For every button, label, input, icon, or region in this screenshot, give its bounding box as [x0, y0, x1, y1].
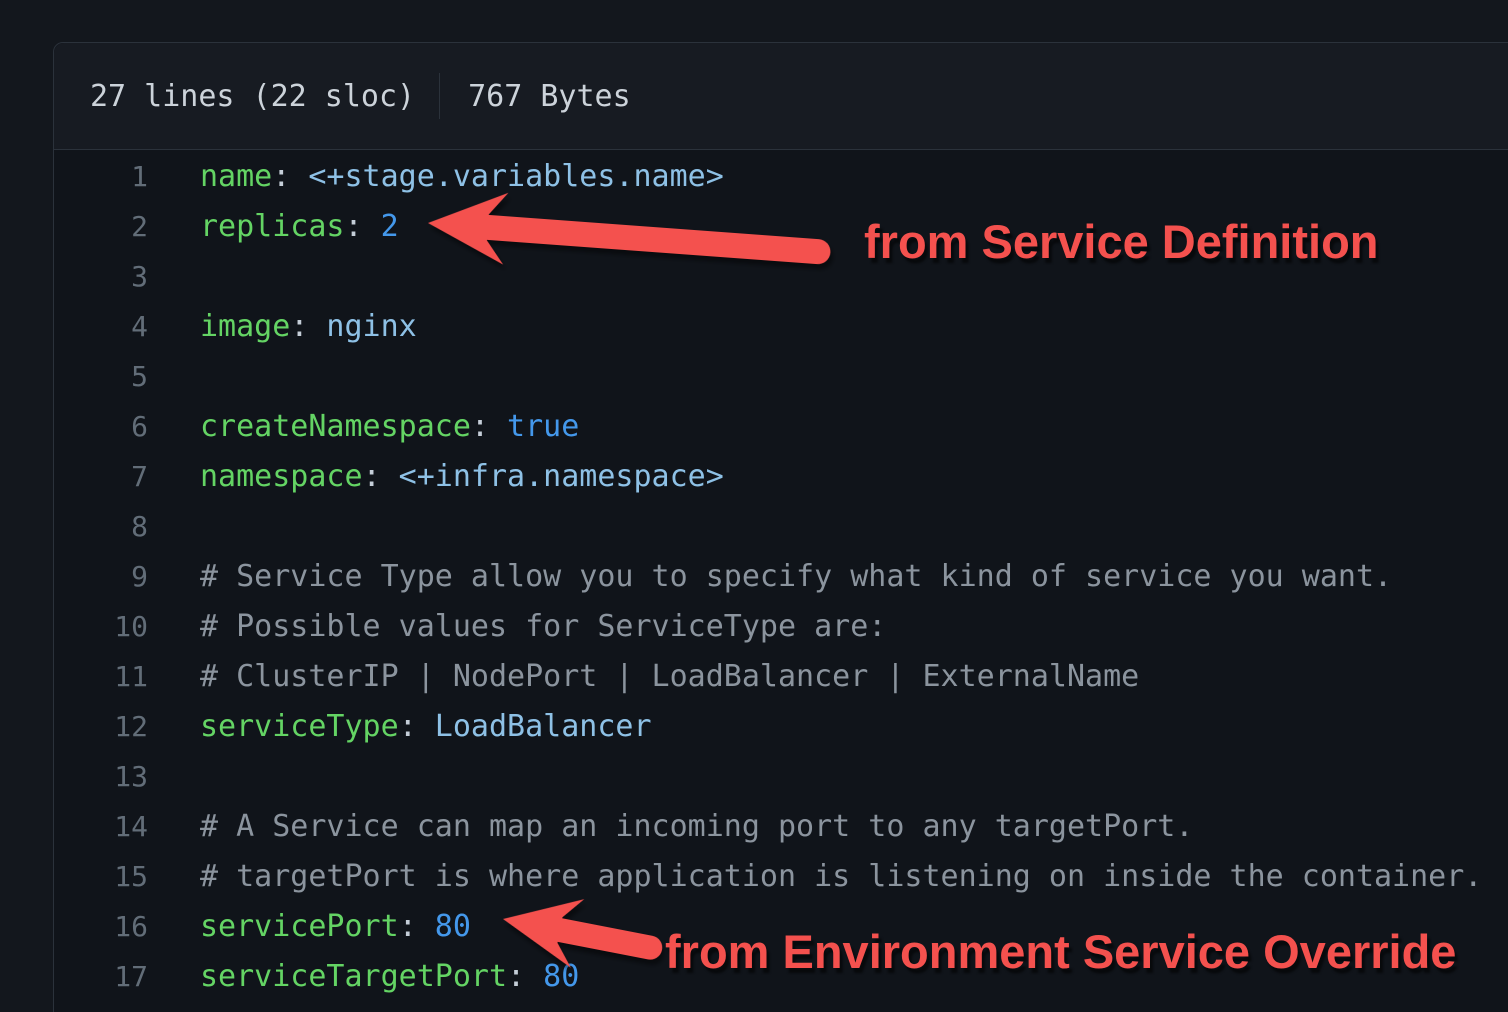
code-text: serviceTargetPort: 80 — [200, 952, 579, 1002]
code-text: image: nginx — [200, 302, 417, 352]
code-lines: 1 name: <+stage.variables.name> 2 replicas:… — [54, 152, 1508, 1002]
line-number[interactable]: 11 — [54, 652, 148, 702]
line-number[interactable]: 6 — [54, 402, 148, 452]
code-text: # ClusterIP | NodePort | LoadBalancer | … — [200, 652, 1139, 702]
code-line: 7 namespace: <+infra.namespace> — [54, 452, 1508, 502]
line-number[interactable]: 2 — [54, 202, 148, 252]
line-number[interactable]: 16 — [54, 902, 148, 952]
code-line: 12 serviceType: LoadBalancer — [54, 702, 1508, 752]
code-text: # A Service can map an incoming port to … — [200, 802, 1193, 852]
file-size-info: 767 Bytes — [468, 79, 631, 114]
code-text: replicas: 2 — [200, 202, 399, 252]
line-number[interactable]: 14 — [54, 802, 148, 852]
annotation-environment-override: from Environment Service Override — [665, 928, 1456, 975]
code-text: serviceType: LoadBalancer — [200, 702, 652, 752]
line-number[interactable]: 10 — [54, 602, 148, 652]
annotation-service-definition: from Service Definition — [864, 218, 1379, 265]
code-text: createNamespace: true — [200, 402, 579, 452]
line-number[interactable]: 7 — [54, 452, 148, 502]
code-text: namespace: <+infra.namespace> — [200, 452, 724, 502]
code-line: 8 — [54, 502, 1508, 552]
code-line: 13 — [54, 752, 1508, 802]
code-text: servicePort: 80 — [200, 902, 471, 952]
line-number[interactable]: 9 — [54, 552, 148, 602]
code-text: # Possible values for ServiceType are: — [200, 602, 886, 652]
code-line: 4 image: nginx — [54, 302, 1508, 352]
line-number[interactable]: 5 — [54, 352, 148, 402]
code-line: 9 # Service Type allow you to specify wha… — [54, 552, 1508, 602]
page-background: 27 lines (22 sloc) 767 Bytes 1 name: <+st… — [0, 0, 1508, 1012]
line-number[interactable]: 17 — [54, 952, 148, 1002]
file-lines-info: 27 lines (22 sloc) — [90, 79, 415, 114]
line-number[interactable]: 12 — [54, 702, 148, 752]
line-number[interactable]: 3 — [54, 252, 148, 302]
code-line: 11 # ClusterIP | NodePort | LoadBalancer … — [54, 652, 1508, 702]
code-area: 1 name: <+stage.variables.name> 2 replicas:… — [54, 150, 1508, 1002]
code-line: 6 createNamespace: true — [54, 402, 1508, 452]
line-number[interactable]: 13 — [54, 752, 148, 802]
file-header: 27 lines (22 sloc) 767 Bytes — [54, 43, 1508, 150]
code-line: 15 # targetPort is where application is l… — [54, 852, 1508, 902]
line-number[interactable]: 8 — [54, 502, 148, 552]
code-text: # targetPort is where application is lis… — [200, 852, 1482, 902]
file-panel: 27 lines (22 sloc) 767 Bytes 1 name: <+st… — [53, 42, 1508, 1012]
line-number[interactable]: 1 — [54, 152, 148, 202]
line-number[interactable]: 4 — [54, 302, 148, 352]
code-line: 5 — [54, 352, 1508, 402]
header-divider — [439, 73, 440, 119]
code-line: 10 # Possible values for ServiceType are: — [54, 602, 1508, 652]
line-number[interactable]: 15 — [54, 852, 148, 902]
code-text: # Service Type allow you to specify what… — [200, 552, 1392, 602]
code-line: 1 name: <+stage.variables.name> — [54, 152, 1508, 202]
code-text: name: <+stage.variables.name> — [200, 152, 724, 202]
code-line: 14 # A Service can map an incoming port t… — [54, 802, 1508, 852]
